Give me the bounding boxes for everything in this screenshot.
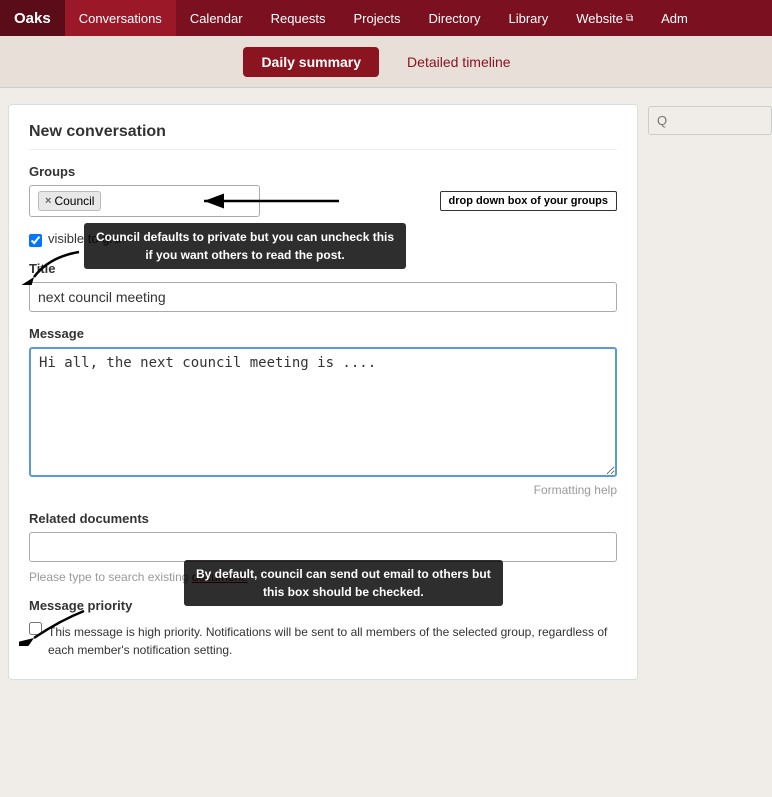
- priority-label: Message priority: [29, 598, 617, 613]
- sidebar-search-box[interactable]: [648, 106, 772, 135]
- priority-section: Message priority This message is high pr…: [29, 598, 617, 659]
- nav-item-directory[interactable]: Directory: [414, 0, 494, 36]
- title-input[interactable]: [29, 282, 617, 312]
- top-navigation: Oaks Conversations Calendar Requests Pro…: [0, 0, 772, 36]
- brand-logo: Oaks: [0, 0, 65, 36]
- new-conversation-form: New conversation Groups × Council: [8, 104, 638, 680]
- nav-item-calendar[interactable]: Calendar: [176, 0, 257, 36]
- groups-annotation: drop down box of your groups: [440, 191, 617, 211]
- nav-item-requests[interactable]: Requests: [257, 0, 340, 36]
- priority-description: This message is high priority. Notificat…: [48, 623, 617, 659]
- detailed-timeline-button[interactable]: Detailed timeline: [389, 47, 529, 77]
- nav-item-conversations[interactable]: Conversations: [65, 0, 176, 36]
- tag-label: Council: [54, 194, 94, 208]
- message-label: Message: [29, 326, 617, 341]
- main-content: New conversation Groups × Council: [0, 88, 772, 680]
- nav-item-projects[interactable]: Projects: [340, 0, 415, 36]
- external-link-icon: ⧉: [626, 13, 633, 24]
- priority-checkbox[interactable]: [29, 622, 42, 635]
- form-title: New conversation: [29, 123, 617, 150]
- visibility-label: visible to gro: [48, 231, 121, 246]
- message-textarea[interactable]: [29, 347, 617, 477]
- nav-item-adm[interactable]: Adm: [647, 0, 702, 36]
- nav-item-website[interactable]: Website⧉: [562, 0, 647, 36]
- title-label: Title: [29, 261, 617, 276]
- daily-summary-button[interactable]: Daily summary: [243, 47, 379, 77]
- tag-remove-icon[interactable]: ×: [45, 195, 51, 207]
- related-docs-label: Related documents: [29, 511, 617, 526]
- title-section: Title: [29, 261, 617, 312]
- sidebar-search-input[interactable]: [657, 113, 763, 128]
- formatting-help-link[interactable]: Formatting help: [29, 483, 617, 497]
- sidebar-right: [638, 104, 772, 680]
- groups-input[interactable]: × Council: [29, 185, 260, 217]
- message-section: Message Formatting help: [29, 326, 617, 497]
- groups-section: Groups × Council: [29, 164, 617, 217]
- related-docs-input[interactable]: [29, 532, 617, 562]
- related-docs-section: Related documents Please type to search …: [29, 511, 617, 584]
- related-docs-help: Please type to search existing document.: [29, 570, 248, 584]
- groups-label: Groups: [29, 164, 617, 179]
- council-tag: × Council: [38, 191, 101, 211]
- nav-item-library[interactable]: Library: [494, 0, 562, 36]
- related-docs-link[interactable]: document.: [192, 570, 248, 584]
- sub-navigation: Daily summary Detailed timeline: [0, 36, 772, 88]
- visibility-checkbox[interactable]: [29, 234, 42, 247]
